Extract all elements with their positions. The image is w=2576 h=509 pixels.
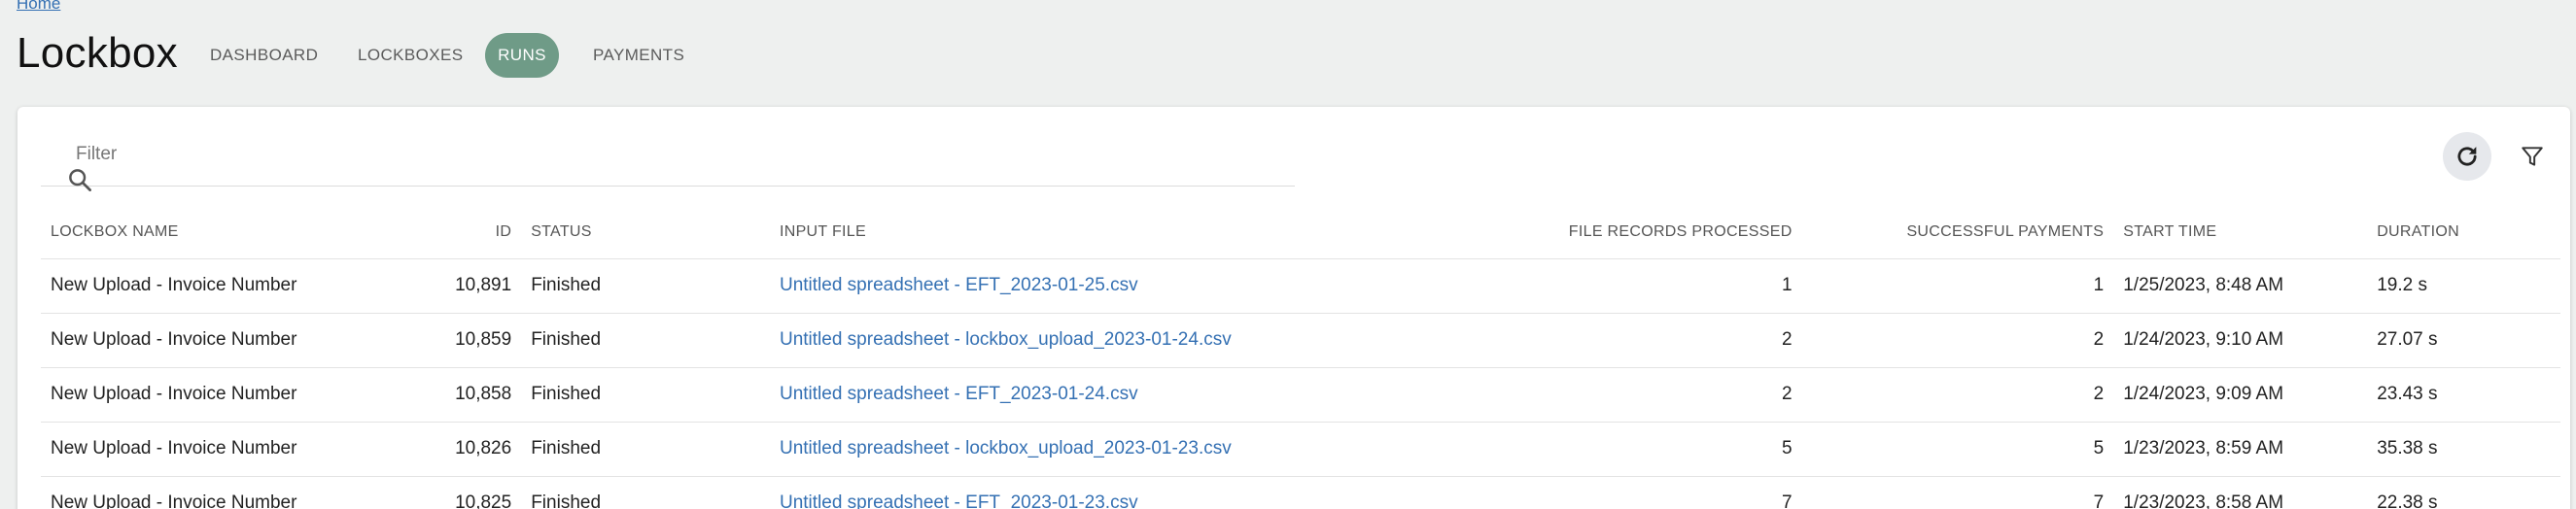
cell-start-time: 1/24/2023, 9:09 AM — [2113, 367, 2368, 423]
table-row[interactable]: New Upload - Invoice Number 10,826 Finis… — [41, 422, 2560, 477]
cell-input-file: Untitled spreadsheet - EFT_2023-01-23.cs… — [769, 476, 1502, 509]
table-row[interactable]: New Upload - Invoice Number 10,825 Finis… — [41, 476, 2560, 509]
cell-lockbox-name: New Upload - Invoice Number — [41, 367, 446, 423]
column-header-start-time[interactable]: START TIME — [2113, 206, 2368, 259]
table-header-row: LOCKBOX NAME ID STATUS INPUT FILE FILE R… — [41, 206, 2560, 259]
cell-id: 10,859 — [445, 313, 522, 368]
cell-successful-payments: 2 — [1801, 313, 2114, 368]
cell-duration: 27.07 s — [2367, 313, 2560, 368]
cell-input-file: Untitled spreadsheet - lockbox_upload_20… — [769, 313, 1502, 368]
cell-status: Finished — [521, 476, 770, 509]
input-file-link[interactable]: Untitled spreadsheet - lockbox_upload_20… — [780, 329, 1232, 350]
table-row[interactable]: New Upload - Invoice Number 10,858 Finis… — [41, 367, 2560, 423]
cell-start-time: 1/23/2023, 8:58 AM — [2113, 476, 2368, 509]
input-file-link[interactable]: Untitled spreadsheet - lockbox_upload_20… — [780, 438, 1232, 458]
input-file-link[interactable]: Untitled spreadsheet - EFT_2023-01-24.cs… — [780, 384, 1138, 404]
cell-lockbox-name: New Upload - Invoice Number — [41, 258, 446, 314]
filter-input[interactable] — [76, 140, 1242, 169]
column-header-input-file[interactable]: INPUT FILE — [769, 206, 1502, 259]
column-header-duration[interactable]: DURATION — [2367, 206, 2560, 259]
column-header-id[interactable]: ID — [445, 206, 522, 259]
refresh-icon — [2457, 147, 2477, 166]
cell-id: 10,825 — [445, 476, 522, 509]
cell-status: Finished — [521, 258, 770, 314]
cell-id: 10,858 — [445, 367, 522, 423]
cell-file-records: 2 — [1501, 313, 1802, 368]
breadcrumb-home-link[interactable]: Home — [17, 0, 60, 14]
refresh-button[interactable] — [2443, 132, 2491, 181]
cell-id: 10,891 — [445, 258, 522, 314]
column-header-file-records-processed[interactable]: FILE RECORDS PROCESSED — [1501, 206, 1802, 259]
nav-tab-runs[interactable]: RUNS — [485, 33, 559, 78]
cell-duration: 22.38 s — [2367, 476, 2560, 509]
column-header-successful-payments[interactable]: SUCCESSFUL PAYMENTS — [1801, 206, 2114, 259]
cell-duration: 23.43 s — [2367, 367, 2560, 423]
cell-successful-payments: 7 — [1801, 476, 2114, 509]
cell-input-file: Untitled spreadsheet - EFT_2023-01-25.cs… — [769, 258, 1502, 314]
cell-file-records: 1 — [1501, 258, 1802, 314]
table-row[interactable]: New Upload - Invoice Number 10,891 Finis… — [41, 258, 2560, 314]
cell-lockbox-name: New Upload - Invoice Number — [41, 313, 446, 368]
nav-tab-lockboxes[interactable]: LOCKBOXES — [358, 33, 463, 78]
nav-tab-dashboard[interactable]: DASHBOARD — [210, 33, 318, 78]
cell-status: Finished — [521, 313, 770, 368]
nav-tab-payments[interactable]: PAYMENTS — [593, 33, 684, 78]
cell-successful-payments: 1 — [1801, 258, 2114, 314]
runs-table: LOCKBOX NAME ID STATUS INPUT FILE FILE R… — [41, 206, 2560, 509]
cell-lockbox-name: New Upload - Invoice Number — [41, 476, 446, 509]
cell-file-records: 7 — [1501, 476, 1802, 509]
cell-input-file: Untitled spreadsheet - lockbox_upload_20… — [769, 422, 1502, 477]
runs-card: LOCKBOX NAME ID STATUS INPUT FILE FILE R… — [17, 107, 2570, 509]
cell-status: Finished — [521, 367, 770, 423]
input-file-link[interactable]: Untitled spreadsheet - EFT_2023-01-25.cs… — [780, 275, 1138, 295]
input-file-link[interactable]: Untitled spreadsheet - EFT_2023-01-23.cs… — [780, 492, 1138, 509]
cell-successful-payments: 2 — [1801, 367, 2114, 423]
column-header-status[interactable]: STATUS — [521, 206, 770, 259]
filter-options-button[interactable] — [2518, 142, 2547, 171]
cell-start-time: 1/24/2023, 9:10 AM — [2113, 313, 2368, 368]
table-row[interactable]: New Upload - Invoice Number 10,859 Finis… — [41, 313, 2560, 368]
column-header-lockbox-name[interactable]: LOCKBOX NAME — [41, 206, 446, 259]
funnel-icon — [2522, 147, 2543, 166]
cell-successful-payments: 5 — [1801, 422, 2114, 477]
cell-id: 10,826 — [445, 422, 522, 477]
cell-duration: 19.2 s — [2367, 258, 2560, 314]
cell-status: Finished — [521, 422, 770, 477]
cell-duration: 35.38 s — [2367, 422, 2560, 477]
cell-lockbox-name: New Upload - Invoice Number — [41, 422, 446, 477]
cell-file-records: 2 — [1501, 367, 1802, 423]
cell-start-time: 1/25/2023, 8:48 AM — [2113, 258, 2368, 314]
cell-start-time: 1/23/2023, 8:59 AM — [2113, 422, 2368, 477]
cell-input-file: Untitled spreadsheet - EFT_2023-01-24.cs… — [769, 367, 1502, 423]
cell-file-records: 5 — [1501, 422, 1802, 477]
app-title: Lockbox — [17, 29, 178, 77]
search-icon — [69, 169, 91, 191]
